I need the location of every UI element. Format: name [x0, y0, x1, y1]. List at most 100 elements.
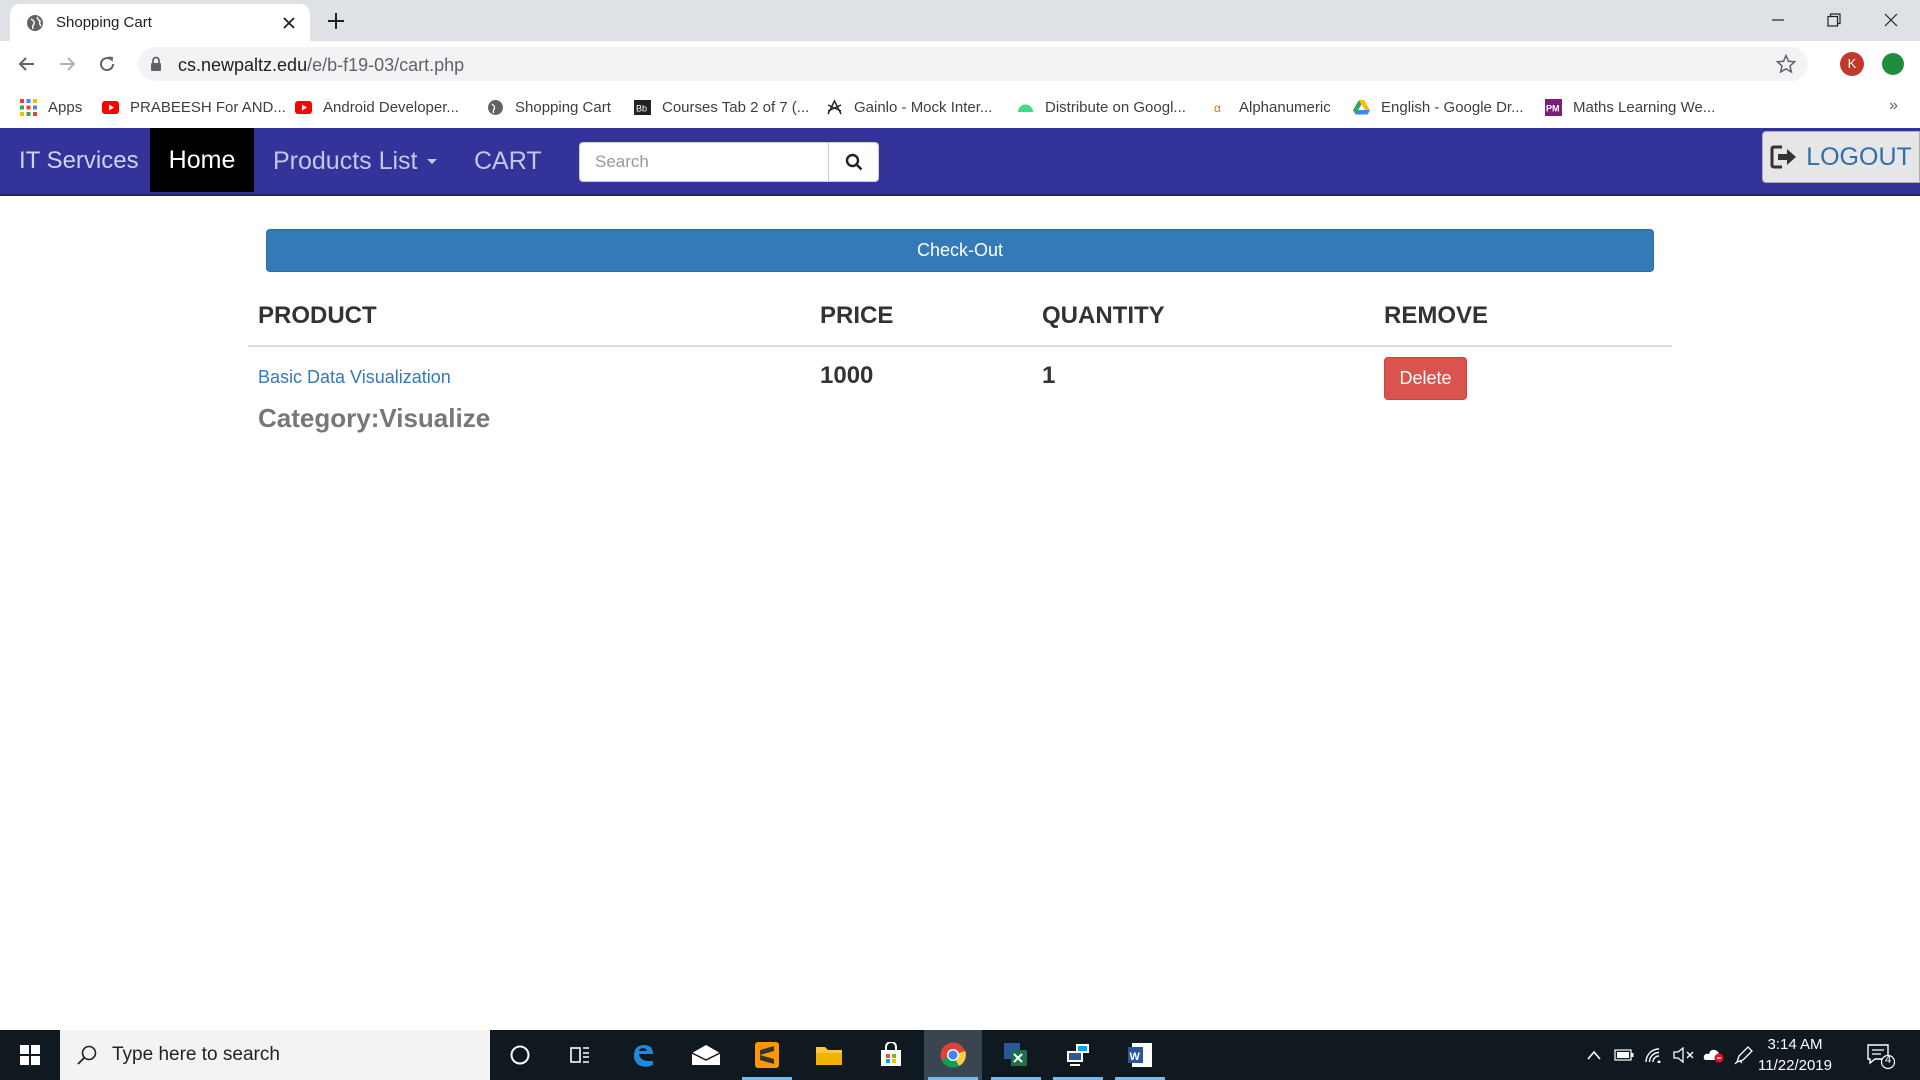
column-header-remove: REMOVE: [1384, 302, 1489, 329]
taskbar-remote-desktop[interactable]: [1049, 1030, 1107, 1080]
globe-icon: [488, 99, 503, 115]
google-drive-icon: [1353, 99, 1370, 114]
arrow-right-icon: [60, 57, 76, 71]
browser-tab[interactable]: Shopping Cart: [10, 4, 310, 41]
battery-button[interactable]: [1612, 1045, 1636, 1065]
onedrive-button[interactable]: [1702, 1045, 1726, 1065]
volume-muted-icon: [1673, 1047, 1694, 1063]
youtube-icon: [102, 100, 119, 114]
tab-title: Shopping Cart: [56, 14, 152, 31]
cortana-icon: [510, 1045, 530, 1065]
logout-label: LOGOUT: [1806, 142, 1912, 171]
column-header-price: PRICE: [820, 302, 894, 329]
bookmark-label: Apps: [48, 98, 83, 116]
product-link[interactable]: Basic Data Visualization: [258, 367, 451, 388]
gainlo-icon: [827, 98, 842, 114]
reload-button[interactable]: [94, 51, 120, 77]
delete-button[interactable]: Delete: [1384, 357, 1467, 400]
clock-date: 11/22/2019: [1758, 1057, 1832, 1074]
bookmark-apps[interactable]: Apps: [20, 87, 82, 127]
column-header-product: PRODUCT: [258, 302, 377, 329]
show-hidden-icons-button[interactable]: [1584, 1045, 1604, 1065]
extension-icon[interactable]: [1882, 53, 1904, 75]
bookmark-label: PRABEESH For AND...: [130, 98, 286, 116]
bookmark-maths-learning[interactable]: PM Maths Learning We...: [1545, 87, 1715, 127]
nav-products-dropdown[interactable]: Products List: [273, 147, 437, 176]
taskbar-word[interactable]: W: [1111, 1030, 1169, 1080]
restore-button[interactable]: [1805, 0, 1863, 40]
bookmark-distribute[interactable]: Distribute on Googl...: [1017, 87, 1186, 127]
bookmark-label: Shopping Cart: [515, 98, 611, 116]
svg-text:PM: PM: [1546, 103, 1560, 113]
new-tab-icon[interactable]: [325, 10, 347, 32]
bookmark-label: English - Google Dr...: [1381, 98, 1524, 116]
logout-icon: [1770, 145, 1797, 169]
onedrive-error-icon: [1703, 1049, 1724, 1063]
volume-button[interactable]: [1672, 1045, 1696, 1065]
android-icon: [1018, 104, 1033, 112]
cortana-button[interactable]: [491, 1030, 549, 1080]
profile-avatar[interactable]: K: [1840, 52, 1864, 76]
mail-icon: [691, 1045, 721, 1065]
forward-button[interactable]: [54, 51, 80, 77]
search-button[interactable]: [829, 142, 879, 182]
taskbar-app-switch[interactable]: [987, 1030, 1045, 1080]
url-host: cs.newpaltz.edu: [178, 55, 308, 75]
navbar-brand[interactable]: IT Services: [19, 147, 139, 175]
word-icon: W: [1128, 1043, 1152, 1067]
pen-icon: [1734, 1046, 1753, 1065]
bookmark-label: Distribute on Googl...: [1045, 98, 1186, 116]
bookmark-gainlo[interactable]: Gainlo - Mock Inter...: [826, 87, 992, 127]
nav-cart[interactable]: CART: [474, 147, 542, 176]
bookmarks-bar: Apps PRABEESH For AND... Android Develop…: [0, 87, 1920, 129]
pen-workspace-button[interactable]: [1732, 1045, 1756, 1065]
bookmark-android-developer[interactable]: Android Developer...: [295, 87, 459, 127]
taskbar-chrome[interactable]: [924, 1030, 982, 1080]
close-window-button[interactable]: [1862, 0, 1920, 40]
network-button[interactable]: [1642, 1045, 1666, 1065]
bookmarks-overflow-button[interactable]: »: [1889, 97, 1898, 115]
close-tab-icon[interactable]: [280, 14, 298, 32]
bookmark-english-drive[interactable]: English - Google Dr...: [1353, 87, 1524, 127]
back-button[interactable]: [14, 51, 40, 77]
checkout-button[interactable]: Check-Out: [266, 229, 1654, 272]
taskbar-clock[interactable]: 3:14 AM 11/22/2019: [1756, 1034, 1834, 1076]
bookmark-alphanumeric[interactable]: α Alphanumeric: [1211, 87, 1331, 127]
product-category: Category:Visualize: [258, 403, 491, 433]
svg-text:W: W: [1130, 1051, 1141, 1063]
site-navbar: IT Services Home Products List CART LOGO…: [0, 128, 1920, 196]
taskbar-store[interactable]: [862, 1030, 920, 1080]
chevron-up-icon: [1587, 1050, 1601, 1060]
minimize-button[interactable]: [1749, 0, 1807, 40]
task-view-button[interactable]: [551, 1030, 609, 1080]
search-input[interactable]: [579, 142, 829, 182]
edge-icon: [634, 1045, 653, 1067]
taskbar-file-explorer[interactable]: [800, 1030, 858, 1080]
windows-taskbar: Type here to search W 3:14 AM 11/22/2019…: [0, 1030, 1920, 1080]
remote-desktop-icon: [1067, 1044, 1089, 1066]
nav-home[interactable]: Home: [150, 128, 254, 192]
nav-products-label: Products List: [273, 147, 418, 175]
search-icon: [77, 1045, 97, 1065]
taskbar-sublime[interactable]: [738, 1030, 796, 1080]
address-bar[interactable]: cs.newpaltz.edu/e/b-f19-03/cart.php: [138, 47, 1808, 81]
action-center-button[interactable]: 4: [1866, 1042, 1896, 1075]
taskbar-edge[interactable]: [614, 1030, 672, 1080]
search-icon: [845, 153, 862, 171]
lock-icon: [151, 56, 161, 71]
apps-grid-icon: [20, 98, 37, 116]
chrome-icon: [940, 1042, 966, 1068]
star-icon[interactable]: [1776, 54, 1796, 74]
bookmark-courses[interactable]: Bb Courses Tab 2 of 7 (...: [634, 87, 809, 127]
taskbar-search-box[interactable]: Type here to search: [60, 1030, 490, 1080]
start-button[interactable]: [0, 1030, 60, 1080]
url-path: /e/b-f19-03/cart.php: [307, 55, 465, 75]
bookmark-prabeesh[interactable]: PRABEESH For AND...: [102, 87, 286, 127]
caret-down-icon: [426, 159, 437, 164]
task-view-icon: [570, 1047, 589, 1063]
bookmark-label: Gainlo - Mock Inter...: [854, 98, 993, 116]
taskbar-mail[interactable]: [677, 1030, 735, 1080]
bookmark-shopping-cart[interactable]: Shopping Cart: [487, 87, 611, 127]
notification-count: 4: [1884, 1054, 1892, 1066]
logout-button[interactable]: LOGOUT: [1762, 131, 1920, 183]
